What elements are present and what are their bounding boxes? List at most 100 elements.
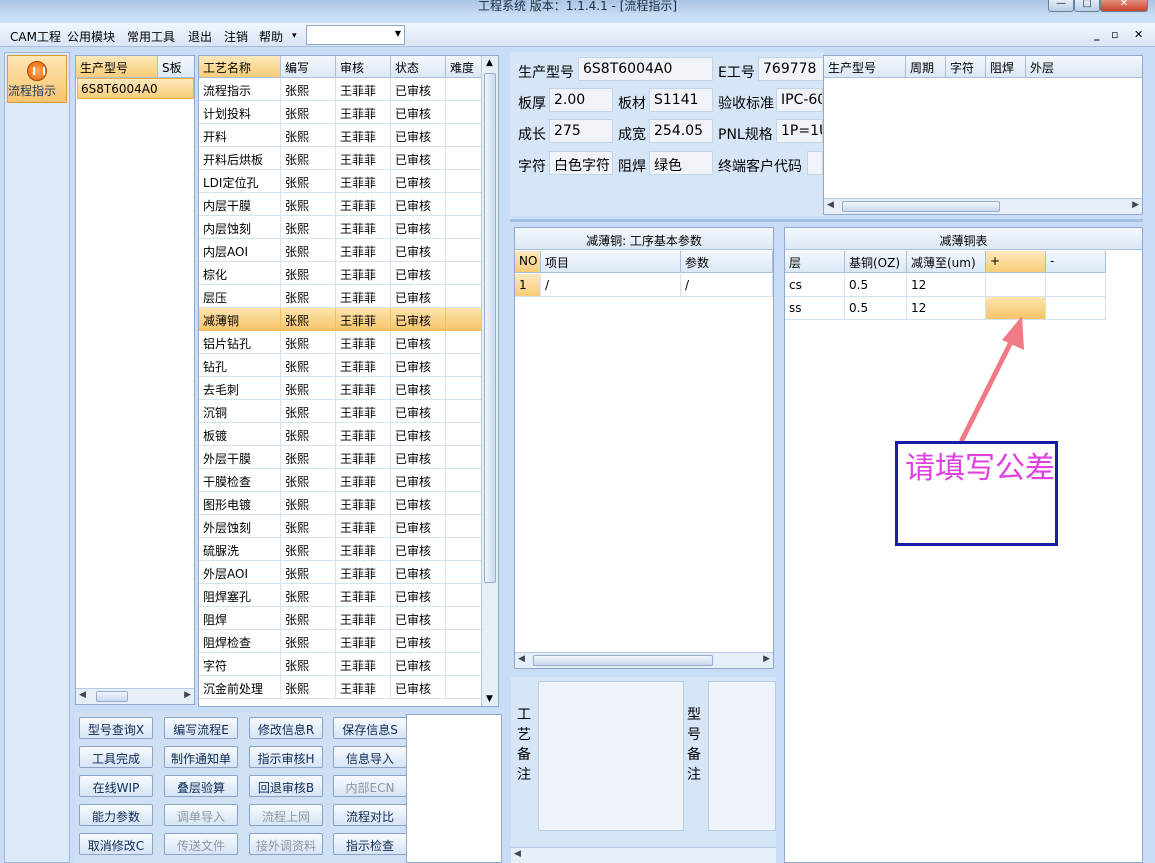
process-cell-reviewer[interactable]: 王菲菲	[336, 101, 391, 124]
process-cell-name[interactable]: 字符	[199, 653, 281, 676]
process-cell-reviewer[interactable]: 王菲菲	[336, 147, 391, 170]
process-cell-status[interactable]: 已审核	[391, 584, 446, 607]
action-button-9[interactable]: 叠层验算	[164, 775, 238, 797]
process-cell-name[interactable]: 开料后烘板	[199, 147, 281, 170]
process-cell-diff[interactable]	[446, 423, 482, 446]
process-cell-writer[interactable]: 张熙	[281, 216, 336, 239]
action-button-19[interactable]: 指示检查	[333, 833, 407, 855]
process-cell-reviewer[interactable]: 王菲菲	[336, 607, 391, 630]
process-cell-status[interactable]: 已审核	[391, 630, 446, 653]
menu-exit[interactable]: 退出	[188, 28, 212, 45]
process-cell-diff[interactable]	[446, 561, 482, 584]
process-cell-reviewer[interactable]: 王菲菲	[336, 630, 391, 653]
process-cell-status[interactable]: 已审核	[391, 101, 446, 124]
process-cell-writer[interactable]: 张熙	[281, 377, 336, 400]
process-cell-status[interactable]: 已审核	[391, 170, 446, 193]
copper-cell-layer[interactable]: cs	[785, 274, 845, 297]
column-header-char[interactable]: 字符	[946, 56, 986, 78]
process-cell-writer[interactable]: 张熙	[281, 607, 336, 630]
process-cell-status[interactable]: 已审核	[391, 193, 446, 216]
action-button-1[interactable]: 编写流程E	[164, 717, 238, 739]
process-cell-diff[interactable]	[446, 653, 482, 676]
minimize-button[interactable]: —	[1048, 0, 1074, 12]
copper-cell-minus[interactable]	[1046, 274, 1106, 297]
column-header-thin-to[interactable]: 减薄至(um)	[907, 251, 986, 273]
process-cell-name[interactable]: 计划投料	[199, 101, 281, 124]
action-button-18[interactable]: 接外调资料	[249, 833, 323, 855]
process-cell-reviewer[interactable]: 王菲菲	[336, 538, 391, 561]
mdi-minimize-icon[interactable]: _	[1094, 28, 1100, 41]
action-button-7[interactable]: 信息导入	[333, 746, 407, 768]
pnl-field[interactable]: 1P=1U	[776, 119, 823, 143]
column-header-difficulty[interactable]: 难度	[446, 56, 482, 78]
process-cell-diff[interactable]	[446, 492, 482, 515]
customer-field[interactable]	[807, 151, 823, 175]
menu-public-module[interactable]: 公用模块	[67, 28, 115, 45]
process-cell-diff[interactable]	[446, 400, 482, 423]
action-button-11[interactable]: 内部ECN	[333, 775, 407, 797]
process-cell-reviewer[interactable]: 王菲菲	[336, 423, 391, 446]
char-field[interactable]: 白色字符	[549, 151, 613, 175]
process-cell-writer[interactable]: 张熙	[281, 285, 336, 308]
process-cell-reviewer[interactable]: 王菲菲	[336, 676, 391, 699]
column-header-item[interactable]: 项目	[541, 251, 681, 273]
process-cell-name[interactable]: 去毛刺	[199, 377, 281, 400]
process-cell-status[interactable]: 已审核	[391, 239, 446, 262]
process-cell-status[interactable]: 已审核	[391, 331, 446, 354]
process-cell-diff[interactable]	[446, 584, 482, 607]
product-grid-hscrollbar[interactable]: ◀ ▶	[824, 198, 1142, 214]
scroll-up-icon[interactable]: ▲	[486, 58, 493, 68]
column-header-model[interactable]: 生产型号	[824, 56, 906, 78]
process-cell-name[interactable]: 外层蚀刻	[199, 515, 281, 538]
width-field[interactable]: 254.05	[649, 119, 713, 143]
process-cell-writer[interactable]: 张熙	[281, 400, 336, 423]
scroll-down-icon[interactable]: ▼	[486, 694, 493, 704]
process-cell-writer[interactable]: 张熙	[281, 331, 336, 354]
process-cell-status[interactable]: 已审核	[391, 262, 446, 285]
action-button-2[interactable]: 修改信息R	[249, 717, 323, 739]
process-cell-diff[interactable]	[446, 331, 482, 354]
copper-cell-plus[interactable]	[986, 274, 1046, 297]
process-cell-diff[interactable]	[446, 216, 482, 239]
nav-flow-indicator[interactable]: 流程指示	[7, 55, 67, 103]
process-cell-status[interactable]: 已审核	[391, 607, 446, 630]
mdi-close-icon[interactable]: ✕	[1134, 28, 1143, 41]
material-field[interactable]: S1141	[649, 88, 713, 112]
menu-common-tools[interactable]: 常用工具	[127, 28, 175, 45]
process-cell-writer[interactable]: 张熙	[281, 239, 336, 262]
process-cell-status[interactable]: 已审核	[391, 216, 446, 239]
process-cell-name[interactable]: 钻孔	[199, 354, 281, 377]
menu-combo-box[interactable]: ▼	[306, 25, 405, 45]
process-cell-status[interactable]: 已审核	[391, 492, 446, 515]
process-cell-diff[interactable]	[446, 308, 482, 331]
process-cell-writer[interactable]: 张熙	[281, 653, 336, 676]
process-cell-diff[interactable]	[446, 354, 482, 377]
process-cell-name[interactable]: 棕化	[199, 262, 281, 285]
process-cell-reviewer[interactable]: 王菲菲	[336, 239, 391, 262]
column-header-model[interactable]: 生产型号	[76, 56, 158, 78]
copper-cell-minus[interactable]	[1046, 297, 1106, 320]
model-field[interactable]: 6S8T6004A0	[578, 57, 713, 81]
process-cell-writer[interactable]: 张熙	[281, 193, 336, 216]
process-cell-reviewer[interactable]: 王菲菲	[336, 584, 391, 607]
process-cell-writer[interactable]: 张熙	[281, 262, 336, 285]
process-cell-name[interactable]: 硫脲洗	[199, 538, 281, 561]
process-cell-status[interactable]: 已审核	[391, 377, 446, 400]
process-cell-name[interactable]: 减薄铜	[199, 308, 281, 331]
process-cell-diff[interactable]	[446, 147, 482, 170]
process-cell-status[interactable]: 已审核	[391, 538, 446, 561]
copper-cell-target[interactable]: 12	[907, 274, 986, 297]
scroll-left-icon[interactable]: ◀	[79, 690, 86, 700]
copper-cell-base[interactable]: 0.5	[845, 297, 907, 320]
process-cell-diff[interactable]	[446, 193, 482, 216]
process-cell-name[interactable]: 干膜检查	[199, 469, 281, 492]
process-cell-diff[interactable]	[446, 285, 482, 308]
process-cell-name[interactable]: 外层AOI	[199, 561, 281, 584]
process-cell-diff[interactable]	[446, 170, 482, 193]
process-cell-writer[interactable]: 张熙	[281, 124, 336, 147]
process-cell-reviewer[interactable]: 王菲菲	[336, 78, 391, 101]
menu-logout[interactable]: 注销	[224, 28, 248, 45]
process-cell-reviewer[interactable]: 王菲菲	[336, 285, 391, 308]
process-cell-diff[interactable]	[446, 538, 482, 561]
process-cell-writer[interactable]: 张熙	[281, 170, 336, 193]
